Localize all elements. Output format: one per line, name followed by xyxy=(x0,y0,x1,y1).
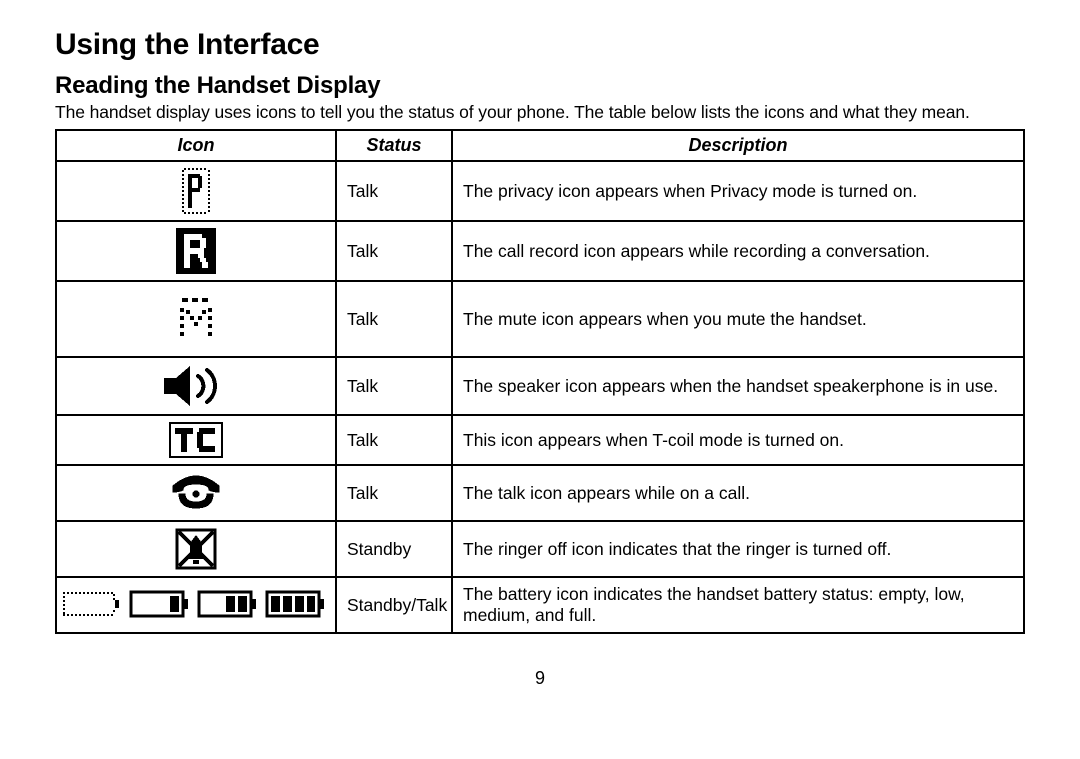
status-cell: Talk xyxy=(336,415,452,465)
table-row: Standby/Talk The battery icon indicates … xyxy=(56,577,1024,633)
table-row: Talk The privacy icon appears when Priva… xyxy=(56,161,1024,221)
desc-cell: The privacy icon appears when Privacy mo… xyxy=(452,161,1024,221)
status-cell: Standby/Talk xyxy=(336,577,452,633)
status-cell: Talk xyxy=(336,465,452,521)
table-row: Talk The mute icon appears when you mute… xyxy=(56,281,1024,357)
record-icon xyxy=(176,228,216,274)
intro-text: The handset display uses icons to tell y… xyxy=(55,102,1025,123)
page-number: 9 xyxy=(55,668,1025,689)
desc-cell: The speaker icon appears when the handse… xyxy=(452,357,1024,415)
table-row: Talk The call record icon appears while … xyxy=(56,221,1024,281)
talk-icon xyxy=(167,472,225,514)
status-cell: Standby xyxy=(336,521,452,577)
desc-cell: The call record icon appears while recor… xyxy=(452,221,1024,281)
speaker-icon xyxy=(162,364,230,408)
tcoil-icon xyxy=(169,422,223,458)
heading-using-interface: Using the Interface xyxy=(55,28,1025,62)
desc-cell: This icon appears when T-coil mode is tu… xyxy=(452,415,1024,465)
status-cell: Talk xyxy=(336,161,452,221)
table-row: Talk The speaker icon appears when the h… xyxy=(56,357,1024,415)
status-cell: Talk xyxy=(336,357,452,415)
table-row: Talk The talk icon appears while on a ca… xyxy=(56,465,1024,521)
status-cell: Talk xyxy=(336,281,452,357)
header-description: Description xyxy=(452,130,1024,161)
status-cell: Talk xyxy=(336,221,452,281)
header-status: Status xyxy=(336,130,452,161)
desc-cell: The ringer off icon indicates that the r… xyxy=(452,521,1024,577)
ringer-off-icon xyxy=(175,528,217,570)
desc-cell: The battery icon indicates the handset b… xyxy=(452,577,1024,633)
battery-icon xyxy=(61,588,331,622)
privacy-icon xyxy=(182,168,210,214)
desc-cell: The mute icon appears when you mute the … xyxy=(452,281,1024,357)
header-icon: Icon xyxy=(56,130,336,161)
table-header-row: Icon Status Description xyxy=(56,130,1024,161)
icon-table: Icon Status Description xyxy=(55,129,1025,634)
table-row: Standby The ringer off icon indicates th… xyxy=(56,521,1024,577)
table-row: Talk This icon appears when T-coil mode … xyxy=(56,415,1024,465)
mute-icon xyxy=(180,298,212,340)
heading-reading-display: Reading the Handset Display xyxy=(55,72,1025,100)
desc-cell: The talk icon appears while on a call. xyxy=(452,465,1024,521)
